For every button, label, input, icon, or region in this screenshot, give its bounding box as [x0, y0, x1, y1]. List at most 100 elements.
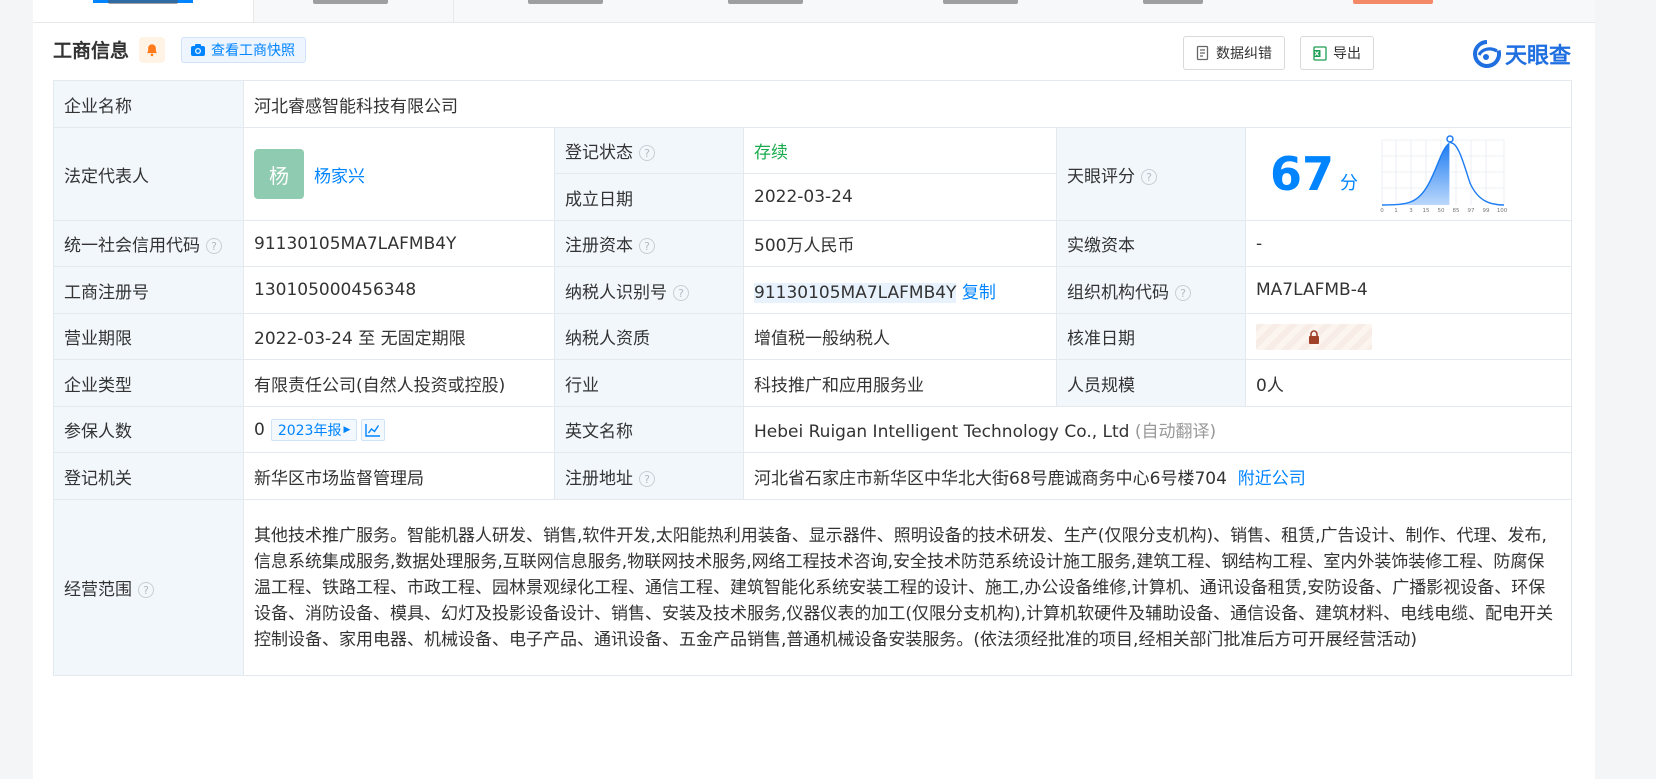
view-snapshot-button[interactable]: 查看工商快照	[181, 37, 306, 63]
reg-capital-label-cell: 注册资本?	[554, 220, 744, 267]
score-label: 天眼评分	[1067, 166, 1135, 187]
scope-value: 其他技术推广服务。智能机器人研发、销售,软件开发,太阳能热利用装备、显示器件、照…	[243, 499, 1572, 676]
term-label: 营业期限	[53, 313, 244, 360]
company-name-label: 企业名称	[53, 80, 244, 128]
found-date-label: 成立日期	[554, 173, 744, 221]
reg-no-value: 130105000456348	[243, 266, 555, 314]
reg-no-label: 工商注册号	[53, 266, 244, 314]
bell-icon[interactable]	[139, 37, 165, 63]
tab-fragment	[528, 0, 603, 4]
section-title: 工商信息	[53, 40, 130, 62]
help-icon[interactable]: ?	[1141, 168, 1157, 185]
tianyancha-logo: 天眼查	[1473, 38, 1571, 70]
term-value: 2022-03-24 至 无固定期限	[243, 313, 555, 360]
tab-fragment	[943, 0, 1018, 4]
excel-icon	[1313, 46, 1327, 61]
data-correction-button[interactable]: 数据纠错	[1183, 36, 1285, 70]
insured-cell: 0 2023年报 ▶	[243, 406, 555, 453]
address-label: 注册地址	[565, 468, 633, 489]
help-icon[interactable]: ?	[206, 238, 222, 254]
type-value: 有限责任公司(自然人投资或控股)	[243, 359, 555, 407]
reg-status-label-cell: 登记状态?	[554, 127, 744, 174]
address-value: 河北省石家庄市新华区中华北大街68号鹿诚商务中心6号楼704	[754, 468, 1227, 489]
auto-translate-note: (自动翻译)	[1134, 422, 1217, 442]
help-icon[interactable]: ?	[639, 470, 655, 487]
score-distribution-chart: 0 1 3 15 50 85 97 99 100	[1380, 135, 1508, 213]
score-cell[interactable]: 67 分 0 1 3 15 50 85 97 99 100	[1245, 127, 1572, 221]
tax-qual-label: 纳税人资质	[554, 313, 744, 360]
score-tick: 97	[1468, 208, 1475, 213]
table-row: 法定代表人 杨杨家兴 登记状态? 存续 天眼评分? 67 分 0 1 3 15 …	[53, 127, 1572, 221]
help-icon[interactable]: ?	[138, 582, 154, 598]
address-cell: 河北省石家庄市新华区中华北大街68号鹿诚商务中心6号楼704 附近公司	[743, 452, 1572, 500]
legal-rep-label: 法定代表人	[53, 127, 244, 221]
paid-capital-label: 实缴资本	[1056, 220, 1246, 267]
staff-value: 0人	[1245, 359, 1572, 407]
business-info-card: 工商信息 查看工商快照 数据纠错 导出 天眼查 企业名称 河北睿感智能科技有限公…	[33, 0, 1595, 779]
table-row: 营业期限 2022-03-24 至 无固定期限 纳税人资质 增值税一般纳税人 核…	[53, 313, 1572, 360]
document-edit-icon	[1196, 45, 1209, 61]
score-unit: 分	[1340, 173, 1359, 194]
help-icon[interactable]: ?	[673, 284, 689, 301]
credit-code-value: 91130105MA7LAFMB4Y	[243, 220, 555, 267]
table-row: 工商注册号 130105000456348 纳税人识别号? 91130105MA…	[53, 266, 1572, 314]
table-row: 登记机关 新华区市场监督管理局 注册地址? 河北省石家庄市新华区中华北大街68号…	[53, 452, 1572, 500]
company-name-value: 河北睿感智能科技有限公司	[243, 80, 1572, 128]
english-name-cell: Hebei Ruigan Intelligent Technology Co.,…	[743, 406, 1572, 453]
org-code-value: MA7LAFMB-4	[1245, 266, 1572, 314]
tab-strip	[33, 0, 1595, 23]
copy-link[interactable]: 复制	[962, 283, 996, 303]
logo-eye-icon	[1473, 40, 1501, 68]
help-icon[interactable]: ?	[639, 238, 655, 254]
view-snapshot-label: 查看工商快照	[211, 43, 295, 59]
tab-fragment	[1143, 0, 1203, 4]
approve-date-cell	[1245, 313, 1572, 360]
table-row: 统一社会信用代码? 91130105MA7LAFMB4Y 注册资本? 500万人…	[53, 220, 1572, 267]
tax-id-cell: 91130105MA7LAFMB4Y 复制	[743, 266, 1057, 314]
credit-code-label: 统一社会信用代码	[64, 236, 200, 256]
annual-report-label: 2023年报	[277, 422, 342, 439]
staff-label: 人员规模	[1056, 359, 1246, 407]
table-row: 企业类型 有限责任公司(自然人投资或控股) 行业 科技推广和应用服务业 人员规模…	[53, 359, 1572, 407]
nearby-companies-link[interactable]: 附近公司	[1238, 469, 1306, 489]
score-tick: 50	[1438, 208, 1445, 213]
table-row: 企业名称 河北睿感智能科技有限公司	[53, 80, 1572, 128]
address-label-cell: 注册地址?	[554, 452, 744, 500]
avatar[interactable]: 杨	[254, 149, 304, 199]
org-code-label: 组织机构代码	[1067, 282, 1169, 303]
tax-qual-value: 增值税一般纳税人	[743, 313, 1057, 360]
trend-chart-button[interactable]	[361, 418, 386, 441]
paid-capital-value: -	[1245, 220, 1572, 267]
scope-label: 经营范围	[64, 580, 132, 600]
org-code-label-cell: 组织机构代码?	[1056, 266, 1246, 314]
table-row: 参保人数 0 2023年报 ▶ 英文名称 Hebei Ruigan Intellig…	[53, 406, 1572, 453]
locked-value[interactable]	[1256, 323, 1372, 350]
score-tick: 0	[1380, 208, 1384, 213]
line-chart-icon	[365, 423, 381, 437]
industry-label: 行业	[554, 359, 744, 407]
export-button[interactable]: 导出	[1300, 36, 1374, 70]
score-tick: 1	[1394, 208, 1398, 213]
english-name-value: Hebei Ruigan Intelligent Technology Co.,…	[754, 422, 1130, 442]
reg-status-value: 存续	[743, 127, 1057, 174]
help-icon[interactable]: ?	[1175, 284, 1191, 301]
score-tick: 15	[1423, 208, 1430, 213]
tax-id-label-cell: 纳税人识别号?	[554, 266, 744, 314]
score-tick: 85	[1453, 208, 1460, 213]
lock-icon	[1309, 329, 1319, 344]
english-name-label: 英文名称	[554, 406, 744, 453]
export-label: 导出	[1333, 46, 1361, 62]
tab-fragment	[108, 0, 178, 4]
help-icon[interactable]: ?	[639, 145, 655, 161]
insured-label: 参保人数	[53, 406, 244, 453]
tab-fragment	[1353, 0, 1433, 4]
tab-fragment	[728, 0, 803, 4]
tab-divider	[453, 0, 454, 22]
type-label: 企业类型	[53, 359, 244, 407]
reg-status-label: 登记状态	[565, 143, 633, 163]
legal-rep-name-link[interactable]: 杨家兴	[314, 167, 365, 187]
tax-id-label: 纳税人识别号	[565, 282, 667, 303]
camera-icon	[191, 44, 205, 56]
caret-right-icon: ▶	[343, 424, 351, 435]
annual-report-button[interactable]: 2023年报 ▶	[270, 418, 358, 441]
